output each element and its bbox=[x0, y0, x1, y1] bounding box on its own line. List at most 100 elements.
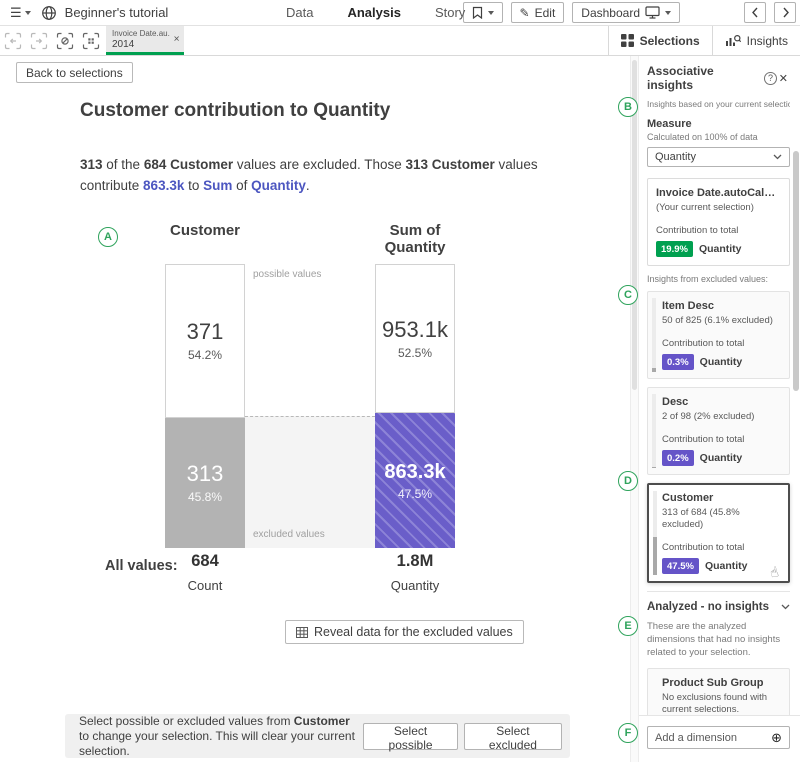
chevron-down-icon bbox=[773, 154, 782, 160]
clear-selections-button[interactable] bbox=[52, 26, 78, 55]
reveal-data-button[interactable]: Reveal data for the excluded values bbox=[285, 620, 524, 644]
app-header: ☰ Beginner's tutorial Data Analysis Stor… bbox=[0, 0, 800, 26]
header-actions: ✎ Edit Dashboard bbox=[463, 2, 796, 23]
help-icon[interactable]: ? bbox=[764, 72, 777, 85]
analyzed-title: Analyzed - no insights bbox=[647, 601, 769, 613]
clear-selections-icon bbox=[56, 32, 74, 50]
chevron-down-icon bbox=[781, 604, 790, 610]
badge-row: 0.3% Quantity bbox=[662, 354, 781, 370]
tab-analysis[interactable]: Analysis bbox=[347, 5, 400, 20]
segment-value: 371 bbox=[187, 319, 224, 345]
selection-chip[interactable]: Invoice Date.au... 2014 ✕ bbox=[106, 26, 184, 55]
caret-down-icon bbox=[25, 11, 31, 15]
app-logo-globe-icon bbox=[41, 5, 57, 21]
badge-row: 19.9% Quantity bbox=[656, 241, 781, 257]
bookmark-button[interactable] bbox=[463, 2, 503, 23]
chart-headers: Customer Sum of Quantity bbox=[165, 222, 455, 256]
body-row: Back to selections Customer contribution… bbox=[0, 56, 800, 762]
panel-title: Associative insights bbox=[647, 64, 758, 92]
chip-close-icon[interactable]: ✕ bbox=[173, 35, 180, 44]
annotation-f: F bbox=[618, 723, 638, 743]
contribution-label: Contribution to total bbox=[656, 225, 781, 236]
segment-percent: 52.5% bbox=[398, 346, 432, 360]
current-selection-card[interactable]: Invoice Date.autoCalen... (Your current … bbox=[647, 178, 790, 266]
annotation-e: E bbox=[618, 616, 638, 636]
selections-forward-button[interactable] bbox=[26, 26, 52, 55]
page-description: 313 of the 684 Customer values are exclu… bbox=[80, 154, 595, 196]
measure-select-value: Quantity bbox=[655, 151, 696, 163]
select-possible-button[interactable]: Select possible bbox=[363, 723, 458, 750]
selections-tool-button[interactable] bbox=[78, 26, 104, 55]
dashboard-button[interactable]: Dashboard bbox=[572, 2, 680, 23]
insight-card-customer[interactable]: Customer 313 of 684 (45.8% excluded) Con… bbox=[647, 483, 790, 583]
segment-percent: 47.5% bbox=[398, 487, 432, 501]
customer-possible-segment[interactable]: 371 54.2% bbox=[165, 264, 245, 418]
customer-excluded-segment[interactable]: 313 45.8% bbox=[165, 418, 245, 548]
reveal-data-label: Reveal data for the excluded values bbox=[314, 625, 513, 639]
select-excluded-button[interactable]: Select excluded bbox=[464, 723, 562, 750]
selections-back-button[interactable] bbox=[0, 26, 26, 55]
exclusion-bar-track bbox=[652, 394, 656, 468]
page-title: Customer contribution to Quantity bbox=[80, 100, 390, 122]
annotation-b: B bbox=[618, 97, 638, 117]
chevron-right-icon bbox=[782, 7, 789, 18]
chevron-left-icon bbox=[752, 7, 759, 18]
contribution-badge: 0.2% bbox=[662, 450, 694, 466]
total-quantity-value: 1.8M bbox=[375, 552, 455, 571]
dashboard-label: Dashboard bbox=[581, 6, 640, 20]
panel-footer: Add a dimension ⊕ bbox=[639, 715, 800, 762]
add-dimension-label: Add a dimension bbox=[655, 732, 737, 744]
global-menu-button[interactable]: ☰ bbox=[6, 5, 35, 21]
excluded-values-label: excluded values bbox=[253, 529, 325, 540]
tab-selections[interactable]: Selections bbox=[608, 26, 712, 55]
insight-card-item-desc[interactable]: Item Desc 50 of 825 (6.1% excluded) Cont… bbox=[647, 291, 790, 379]
back-to-selections-button[interactable]: Back to selections bbox=[16, 62, 133, 83]
plus-icon: ⊕ bbox=[771, 731, 782, 744]
card-title: Item Desc bbox=[662, 300, 781, 312]
contribution-badge: 19.9% bbox=[656, 241, 693, 257]
selection-chip-text: Invoice Date.au... 2014 bbox=[112, 29, 170, 50]
prev-sheet-button[interactable] bbox=[744, 2, 766, 23]
segment-percent: 45.8% bbox=[188, 490, 222, 504]
app-title: Beginner's tutorial bbox=[65, 5, 169, 20]
edit-label: Edit bbox=[535, 6, 556, 20]
card-title: Desc bbox=[662, 396, 781, 408]
total-quantity: 1.8M Quantity bbox=[375, 552, 455, 593]
card-title: Invoice Date.autoCalen... bbox=[656, 187, 781, 199]
chart-middle-region: possible values excluded values bbox=[245, 264, 375, 548]
panel-scrollbar-thumb[interactable] bbox=[793, 151, 799, 391]
contribution-label: Contribution to total bbox=[662, 338, 781, 349]
measure-select[interactable]: Quantity bbox=[647, 147, 790, 167]
add-dimension-button[interactable]: Add a dimension ⊕ bbox=[647, 726, 790, 749]
tab-story[interactable]: Story bbox=[435, 5, 465, 20]
view-tabs: Data Analysis Story bbox=[286, 0, 465, 25]
next-sheet-button[interactable] bbox=[774, 2, 796, 23]
card-subtitle: 50 of 825 (6.1% excluded) bbox=[662, 315, 781, 327]
card-subtitle: 2 of 98 (2% excluded) bbox=[662, 411, 781, 423]
measure-note: Calculated on 100% of data bbox=[647, 132, 790, 142]
quantity-possible-segment[interactable]: 953.1k 52.5% bbox=[375, 264, 455, 413]
segment-percent: 54.2% bbox=[188, 348, 222, 362]
tab-insights[interactable]: Insights bbox=[712, 26, 800, 55]
tab-data[interactable]: Data bbox=[286, 5, 313, 20]
excluded-values-band: excluded values bbox=[245, 416, 375, 548]
measure-label: Measure bbox=[647, 118, 790, 130]
card-measure: Quantity bbox=[705, 560, 748, 572]
menu-icon: ☰ bbox=[10, 5, 22, 21]
analyzed-header[interactable]: Analyzed - no insights bbox=[647, 601, 790, 613]
selections-grid-icon bbox=[621, 34, 634, 47]
exclusion-bar-fill bbox=[652, 467, 656, 468]
quantity-bar: 953.1k 52.5% 863.3k 47.5% bbox=[375, 264, 455, 548]
card-measure: Quantity bbox=[700, 452, 743, 464]
badge-row: 47.5% Quantity bbox=[662, 558, 781, 574]
card-subtitle: No exclusions found with current selecti… bbox=[662, 692, 781, 716]
quantity-excluded-segment[interactable]: 863.3k 47.5% bbox=[375, 413, 455, 548]
close-icon[interactable]: ✕ bbox=[777, 70, 790, 87]
annotation-d: D bbox=[618, 471, 638, 491]
selection-note-bar: Select possible or excluded values from … bbox=[65, 714, 570, 758]
edit-button[interactable]: ✎ Edit bbox=[511, 2, 565, 23]
panel-subtitle: Insights based on your current selection… bbox=[647, 99, 790, 109]
segment-value: 953.1k bbox=[382, 317, 448, 343]
card-title: Customer bbox=[662, 492, 781, 504]
insight-card-desc[interactable]: Desc 2 of 98 (2% excluded) Contribution … bbox=[647, 387, 790, 475]
